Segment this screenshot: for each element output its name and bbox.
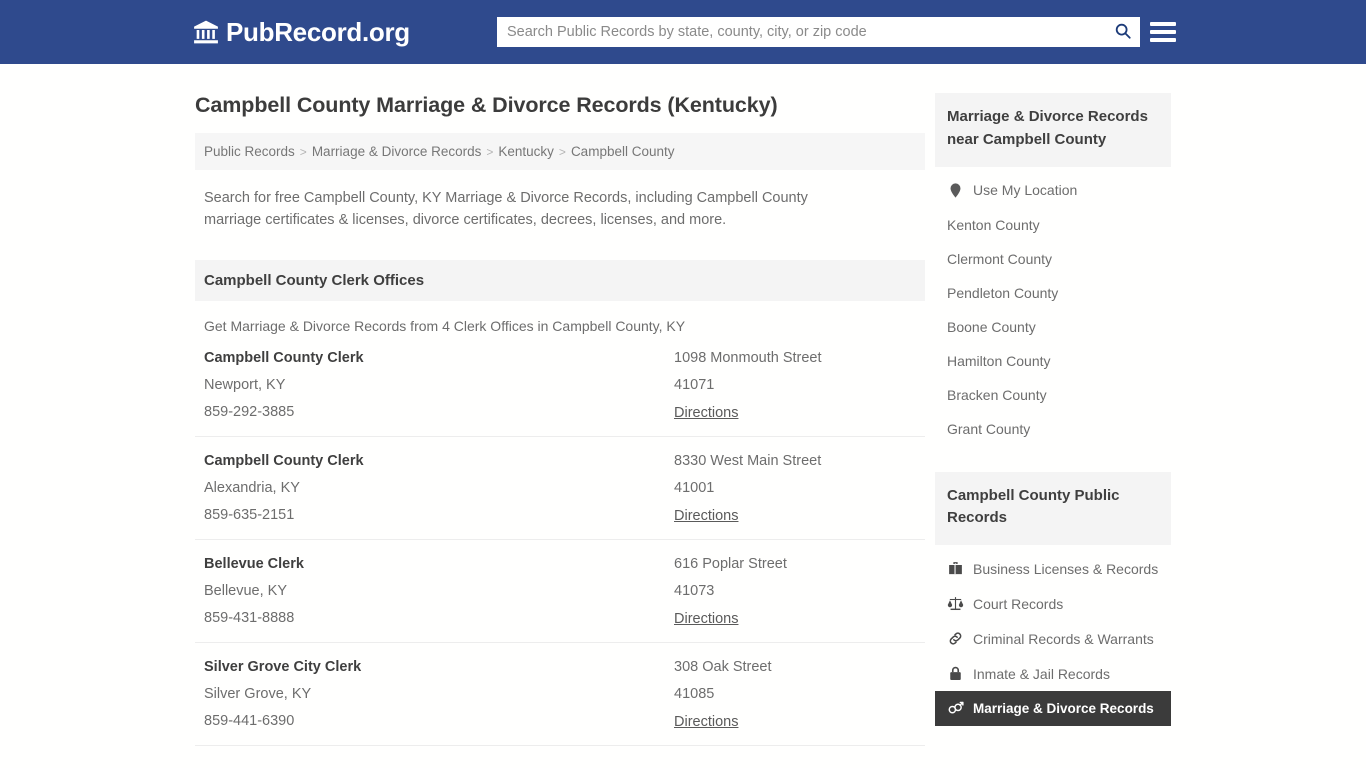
- lock-icon: [947, 665, 964, 682]
- office-zip: 41001: [674, 479, 715, 496]
- listing-left-column: Bellevue Clerk Bellevue, KY 859-431-8888: [204, 556, 674, 628]
- page-body: Campbell County Marriage & Divorce Recor…: [0, 64, 1366, 768]
- breadcrumb-item-kentucky[interactable]: Kentucky: [498, 144, 554, 159]
- sidebar-item-court-records[interactable]: Court Records: [935, 586, 1171, 621]
- breadcrumb-item-marriage-divorce-records[interactable]: Marriage & Divorce Records: [312, 144, 482, 159]
- sidebar-nearby-list: Use My Location Kenton County Clermont C…: [935, 167, 1171, 446]
- directions-link[interactable]: Directions: [674, 508, 738, 524]
- sidebar-item-label: Business Licenses & Records: [973, 560, 1159, 577]
- office-street: 308 Oak Street: [674, 658, 772, 675]
- sidebar-item-label: Kenton County: [947, 216, 1040, 233]
- office-street: 616 Poplar Street: [674, 555, 787, 572]
- breadcrumb-separator: >: [299, 144, 307, 159]
- office-street: 1098 Monmouth Street: [674, 349, 822, 366]
- search-input[interactable]: [497, 17, 1106, 47]
- directions-link[interactable]: Directions: [674, 714, 738, 730]
- table-row[interactable]: Campbell County Clerk Alexandria, KY 859…: [195, 437, 925, 540]
- office-street: 8330 West Main Street: [674, 452, 822, 469]
- office-city: Bellevue, KY: [204, 582, 288, 599]
- main-content: Campbell County Marriage & Divorce Recor…: [195, 64, 925, 768]
- sidebar: Marriage & Divorce Records near Campbell…: [935, 64, 1171, 768]
- sidebar-item-label: Pendleton County: [947, 284, 1059, 301]
- sidebar-heading-nearby: Marriage & Divorce Records near Campbell…: [935, 93, 1171, 167]
- menu-bar: [1150, 30, 1176, 34]
- office-name: Silver Grove City Clerk: [204, 658, 362, 675]
- office-name: Bellevue Clerk: [204, 555, 304, 572]
- table-row[interactable]: Bellevue Clerk Bellevue, KY 859-431-8888…: [195, 540, 925, 643]
- chain-link-icon: [947, 630, 964, 647]
- search-button[interactable]: [1106, 17, 1140, 47]
- menu-bar: [1150, 22, 1176, 26]
- listing-left-column: Silver Grove City Clerk Silver Grove, KY…: [204, 659, 674, 731]
- search-icon: [1114, 22, 1132, 43]
- sidebar-item-label: Marriage & Divorce Records: [973, 701, 1154, 717]
- sidebar-heading-public-records: Campbell County Public Records: [935, 471, 1171, 546]
- office-phone: 859-292-3885: [204, 403, 295, 420]
- sidebar-item-clermont-county[interactable]: Clermont County: [935, 242, 1171, 276]
- listing-right-column: 1098 Monmouth Street 41071 Directions: [674, 350, 916, 422]
- office-zip: 41073: [674, 582, 715, 599]
- sidebar-item-label: Criminal Records & Warrants: [973, 630, 1154, 647]
- office-phone: 859-431-8888: [204, 609, 295, 626]
- listing-left-column: Campbell County Clerk Alexandria, KY 859…: [204, 453, 674, 525]
- office-city: Newport, KY: [204, 376, 286, 393]
- listing-left-column: Campbell County Clerk Newport, KY 859-29…: [204, 350, 674, 422]
- logo-text: PubRecord.org: [226, 16, 410, 47]
- table-row[interactable]: Campbell County Clerk Newport, KY 859-29…: [195, 334, 925, 437]
- bank-building-icon: [193, 19, 219, 45]
- office-phone: 859-635-2151: [204, 506, 295, 523]
- sidebar-item-label: Clermont County: [947, 250, 1053, 267]
- listing-right-column: 8330 West Main Street 41001 Directions: [674, 453, 916, 525]
- breadcrumb-separator: >: [486, 144, 494, 159]
- search-bar: [497, 17, 1140, 47]
- sidebar-item-label: Grant County: [947, 420, 1031, 437]
- sidebar-item-criminal-records[interactable]: Criminal Records & Warrants: [935, 621, 1171, 656]
- sidebar-item-marriage-divorce-records[interactable]: Marriage & Divorce Records: [935, 691, 1171, 727]
- office-phone: 859-441-6390: [204, 712, 295, 729]
- office-city: Alexandria, KY: [204, 479, 300, 496]
- breadcrumb-item-campbell-county[interactable]: Campbell County: [571, 144, 675, 159]
- listing-right-column: 308 Oak Street 41085 Directions: [674, 659, 916, 731]
- sidebar-item-pendleton-county[interactable]: Pendleton County: [935, 276, 1171, 310]
- sidebar-item-boone-county[interactable]: Boone County: [935, 310, 1171, 344]
- section-note-clerk-offices: Get Marriage & Divorce Records from 4 Cl…: [204, 317, 686, 334]
- sidebar-item-label: Use My Location: [973, 182, 1078, 199]
- site-header: PubRecord.org: [0, 0, 1366, 64]
- office-city: Silver Grove, KY: [204, 685, 312, 702]
- directions-link[interactable]: Directions: [674, 405, 738, 421]
- gender-symbols-icon: [947, 700, 964, 717]
- map-pin-icon: [947, 182, 964, 199]
- page-title: Campbell County Marriage & Divorce Recor…: [195, 93, 778, 117]
- office-name: Campbell County Clerk: [204, 452, 364, 469]
- directions-link[interactable]: Directions: [674, 611, 738, 627]
- sidebar-item-bracken-county[interactable]: Bracken County: [935, 378, 1171, 412]
- table-row[interactable]: Silver Grove City Clerk Silver Grove, KY…: [195, 643, 925, 746]
- sidebar-item-kenton-county[interactable]: Kenton County: [935, 208, 1171, 242]
- section-heading-clerk-offices: Campbell County Clerk Offices: [195, 259, 925, 301]
- sidebar-item-label: Hamilton County: [947, 352, 1051, 369]
- office-name: Campbell County Clerk: [204, 349, 364, 366]
- sidebar-records-list: Business Licenses & Records Court Record…: [935, 545, 1171, 727]
- sidebar-item-grant-county[interactable]: Grant County: [935, 412, 1171, 446]
- sidebar-item-label: Boone County: [947, 318, 1036, 335]
- hamburger-menu-icon[interactable]: [1150, 19, 1176, 45]
- office-zip: 41071: [674, 376, 715, 393]
- page-intro-text: Search for free Campbell County, KY Marr…: [204, 190, 808, 229]
- sidebar-item-label: Bracken County: [947, 386, 1047, 403]
- listing-right-column: 616 Poplar Street 41073 Directions: [674, 556, 916, 628]
- breadcrumb: Public Records > Marriage & Divorce Reco…: [195, 133, 925, 170]
- site-logo[interactable]: PubRecord.org: [193, 17, 410, 48]
- sidebar-item-use-my-location[interactable]: Use My Location: [935, 173, 1171, 208]
- sidebar-item-label: Court Records: [973, 595, 1064, 612]
- sidebar-item-hamilton-county[interactable]: Hamilton County: [935, 344, 1171, 378]
- scales-of-justice-icon: [947, 595, 964, 612]
- menu-bar: [1150, 38, 1176, 42]
- sidebar-item-inmate-jail-records[interactable]: Inmate & Jail Records: [935, 656, 1171, 691]
- breadcrumb-separator: >: [558, 144, 566, 159]
- breadcrumb-item-public-records[interactable]: Public Records: [204, 144, 295, 159]
- briefcase-icon: [947, 560, 964, 577]
- sidebar-item-label: Inmate & Jail Records: [973, 665, 1110, 682]
- sidebar-item-business-licenses[interactable]: Business Licenses & Records: [935, 551, 1171, 586]
- office-zip: 41085: [674, 685, 715, 702]
